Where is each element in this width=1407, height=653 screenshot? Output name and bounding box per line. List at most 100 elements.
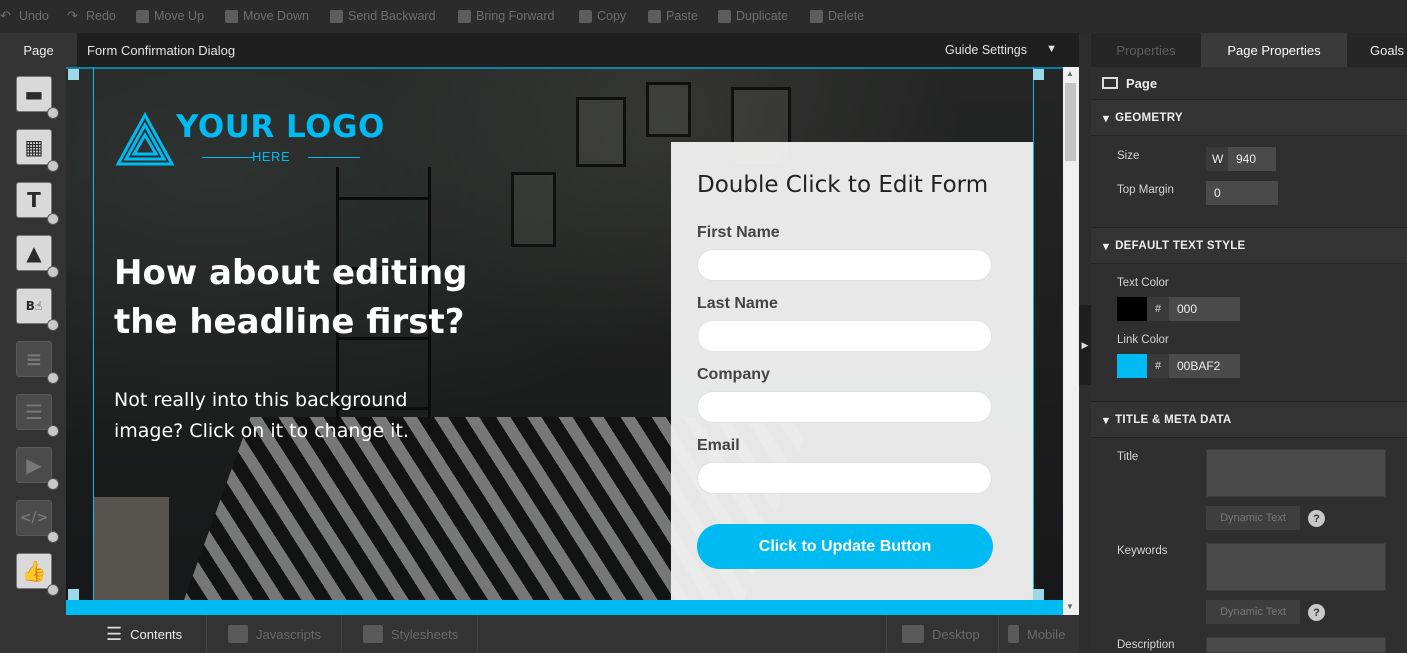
move-up-button[interactable]: Move Up	[136, 7, 204, 25]
tool-menu-icon	[47, 213, 59, 225]
tab-page-properties-label: Page Properties	[1227, 42, 1321, 58]
section-tool[interactable]: ▬	[16, 76, 59, 119]
width-input[interactable]: 940	[1228, 147, 1276, 171]
tool-menu-icon	[47, 319, 59, 331]
text-color-input[interactable]: 000	[1169, 297, 1240, 321]
width-prefix: W	[1206, 147, 1228, 171]
title-label: Title	[1117, 451, 1139, 463]
title-textarea[interactable]	[1206, 449, 1386, 497]
tab-goals-label: Goals	[1370, 42, 1404, 58]
social-tool[interactable]: 👍	[16, 553, 59, 596]
duplicate-button[interactable]: Duplicate	[718, 7, 788, 25]
resize-handle-icon[interactable]	[68, 589, 79, 600]
logo[interactable]: YOUR LOGO HERE	[114, 109, 394, 172]
help-icon[interactable]: ?	[1308, 604, 1325, 621]
description-textarea[interactable]	[1206, 637, 1386, 653]
bring-forward-button[interactable]: Bring Forward	[458, 7, 555, 25]
tab-properties[interactable]: Properties	[1091, 33, 1201, 67]
copy-icon	[579, 9, 592, 23]
resize-handle-icon[interactable]	[68, 69, 79, 80]
copy-button[interactable]: Copy	[579, 7, 626, 25]
dynamic-text-button[interactable]: Dynamic Text	[1206, 600, 1300, 624]
meta-section-header[interactable]: ▾ TITLE & META DATA	[1091, 401, 1407, 438]
hash-label: #	[1147, 297, 1169, 321]
guide-line[interactable]	[93, 67, 94, 600]
desktop-view-button[interactable]: Desktop	[902, 615, 980, 653]
tab-javascripts[interactable]: Javascripts	[228, 615, 321, 653]
text-color-swatch[interactable]	[1117, 297, 1147, 321]
panel-collapse-handle[interactable]: ▶	[1079, 305, 1091, 385]
send-backward-label: Send Backward	[348, 9, 436, 23]
text-tool[interactable]: T	[16, 182, 59, 225]
logo-divider	[308, 157, 360, 158]
list-tool[interactable]: ☰	[16, 394, 59, 437]
tool-menu-icon	[47, 266, 59, 278]
undo-button[interactable]: ↶ Undo	[0, 7, 49, 25]
guide-line[interactable]	[1033, 67, 1034, 600]
paste-icon	[648, 9, 661, 23]
duplicate-label: Duplicate	[736, 9, 789, 23]
subheadline[interactable]: Not really into this background image? C…	[114, 385, 474, 447]
page-tab[interactable]: Page	[0, 33, 77, 67]
redo-button[interactable]: ↷ Redo	[67, 7, 116, 25]
scroll-thumb[interactable]	[1065, 83, 1076, 161]
thumbs-up-icon: 👍	[21, 559, 47, 583]
tab-properties-label: Properties	[1116, 42, 1176, 58]
meta-heading: TITLE & META DATA	[1115, 413, 1232, 426]
headline[interactable]: How about editing the headline first?	[114, 249, 534, 347]
link-color-swatch[interactable]	[1117, 354, 1147, 378]
redo-icon: ↷	[67, 8, 78, 23]
scroll-up-icon[interactable]: ▲	[1066, 69, 1074, 78]
tool-rail: ▬ ▦ T ▲ B☝ ≡ ☰ ▶ </> 👍	[0, 67, 66, 653]
send-backward-button[interactable]: Send Backward	[330, 7, 436, 25]
text-style-section-header[interactable]: ▾ DEFAULT TEXT STYLE	[1091, 227, 1407, 264]
move-up-icon	[136, 9, 149, 23]
tab-goals[interactable]: Goals	[1347, 33, 1407, 67]
tab-contents[interactable]: ☰ Contents	[106, 615, 182, 653]
delete-button[interactable]: Delete	[810, 7, 864, 25]
chevron-down-icon[interactable]: ▼	[1046, 43, 1057, 55]
resize-handle-icon[interactable]	[1033, 69, 1044, 80]
page-bottom-bar[interactable]	[66, 600, 1063, 615]
email-field[interactable]	[697, 462, 992, 494]
guide-settings-button[interactable]: Guide Settings	[945, 43, 1027, 57]
company-field[interactable]	[697, 391, 992, 423]
video-tool[interactable]: ▶	[16, 447, 59, 490]
tab-page-properties[interactable]: Page Properties	[1201, 33, 1347, 67]
dynamic-text-button[interactable]: Dynamic Text	[1206, 506, 1300, 530]
text-color-label: Text Color	[1117, 277, 1169, 289]
link-color-input[interactable]: 00BAF2	[1169, 354, 1240, 378]
desktop-icon	[902, 625, 924, 643]
code-tool[interactable]: </>	[16, 500, 59, 543]
geometry-section-header[interactable]: ▾ GEOMETRY	[1091, 99, 1407, 136]
mobile-label: Mobile	[1027, 626, 1066, 642]
undo-label: Undo	[19, 9, 49, 23]
tool-menu-icon	[47, 425, 59, 437]
mobile-view-button[interactable]: Mobile	[1008, 615, 1065, 653]
form-tool[interactable]: ≡	[16, 341, 59, 384]
last-name-field[interactable]	[697, 320, 992, 352]
form-title[interactable]: Double Click to Edit Form	[697, 172, 988, 198]
geometry-heading: GEOMETRY	[1115, 111, 1183, 124]
image-tool[interactable]: ▲	[16, 235, 59, 278]
top-margin-input[interactable]: 0	[1206, 181, 1278, 205]
box-icon: ▦	[24, 135, 44, 159]
first-name-field[interactable]	[697, 249, 992, 281]
page-canvas[interactable]: YOUR LOGO HERE How about editing the hea…	[66, 67, 1063, 615]
lead-form[interactable]: Double Click to Edit Form First Name Las…	[671, 142, 1033, 600]
resize-handle-icon[interactable]	[1033, 589, 1044, 600]
move-down-button[interactable]: Move Down	[225, 7, 309, 25]
submit-button[interactable]: Click to Update Button	[697, 524, 993, 569]
scroll-down-icon[interactable]: ▼	[1066, 602, 1074, 611]
mobile-icon	[1008, 625, 1019, 643]
play-icon: ▶	[26, 453, 42, 477]
help-icon[interactable]: ?	[1308, 510, 1325, 527]
tab-stylesheets[interactable]: Stylesheets	[363, 615, 458, 653]
box-tool[interactable]: ▦	[16, 129, 59, 172]
trash-icon	[810, 9, 823, 23]
keywords-textarea[interactable]	[1206, 543, 1386, 591]
paste-button[interactable]: Paste	[648, 7, 698, 25]
button-tool[interactable]: B☝	[16, 288, 59, 331]
canvas-scrollbar[interactable]: ▲ ▼	[1063, 67, 1079, 615]
document-bar: Form Confirmation Dialog Guide Settings …	[77, 33, 1079, 67]
